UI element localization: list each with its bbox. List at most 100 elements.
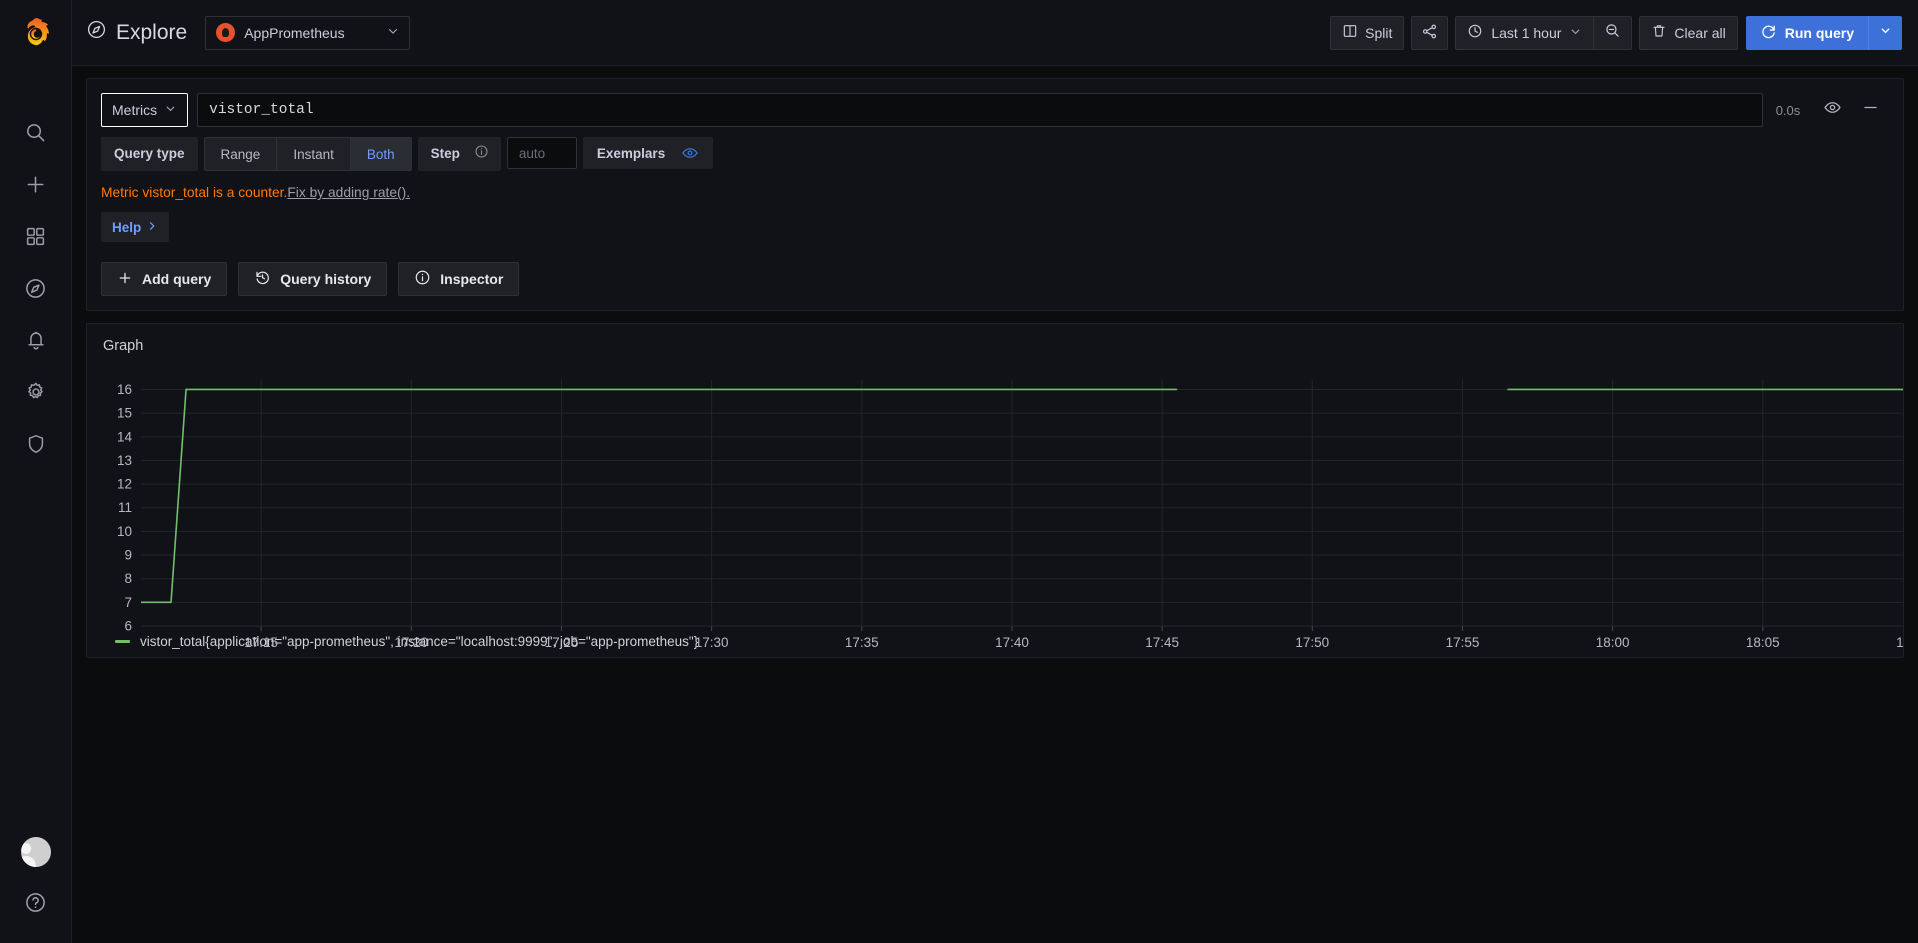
query-warning: Metric vistor_total is a counter.Fix by … xyxy=(101,185,1889,200)
add-query-button[interactable]: Add query xyxy=(101,262,228,296)
split-panes-icon xyxy=(1342,23,1358,42)
inspector-button[interactable]: Inspector xyxy=(398,262,520,296)
step-label: Step xyxy=(430,145,460,161)
exemplars-label: Exemplars xyxy=(596,145,666,161)
inspector-label: Inspector xyxy=(440,271,504,287)
metrics-button-label: Metrics xyxy=(112,102,158,118)
zoom-out-button[interactable] xyxy=(1593,16,1631,49)
split-button-label: Split xyxy=(1365,24,1393,41)
svg-text:14: 14 xyxy=(117,429,133,444)
sidebar-item-configuration[interactable] xyxy=(14,366,58,418)
graph-svg: 16 15 14 13 12 11 10 9 8 7 6 17:15 17:20 17:25 17:30 17… xyxy=(117,380,1904,650)
query-options-row: Query type Range Instant Both Step auto … xyxy=(101,137,1889,171)
user-avatar[interactable] xyxy=(20,837,51,867)
sidebar-item-alerting[interactable] xyxy=(14,314,58,366)
help-toggle-button[interactable]: Help xyxy=(101,212,170,242)
minus-icon xyxy=(1861,98,1880,122)
sidebar-item-search[interactable] xyxy=(14,106,58,158)
eye-icon xyxy=(1823,98,1842,122)
step-input[interactable]: auto xyxy=(506,137,577,169)
svg-text:17:40: 17:40 xyxy=(995,635,1029,650)
time-range-label: Last 1 hour xyxy=(1491,24,1562,41)
compass-icon xyxy=(86,19,107,46)
grafana-explore-page: Explore AppPrometheus Split Last 1 hour … xyxy=(0,0,1918,943)
query-type-instant[interactable]: Instant xyxy=(277,138,351,170)
time-range-button[interactable]: Last 1 hour xyxy=(1456,17,1593,49)
svg-text:9: 9 xyxy=(124,548,132,563)
svg-text:12: 12 xyxy=(117,477,132,492)
shield-icon xyxy=(25,433,47,455)
plus-icon xyxy=(117,270,133,289)
main-navigation-sidebar xyxy=(0,0,72,943)
page-title: Explore xyxy=(86,19,187,46)
toolbar-actions: Split Last 1 hour Clear all Run query xyxy=(1330,15,1902,50)
svg-text:17:30: 17:30 xyxy=(695,635,729,650)
sidebar-item-dashboards[interactable] xyxy=(14,210,58,262)
exemplars-toggle[interactable]: Exemplars xyxy=(582,137,714,169)
help-circle-icon xyxy=(24,893,47,918)
graph-title: Graph xyxy=(103,338,144,354)
svg-text:18:10: 18:10 xyxy=(1896,635,1904,650)
query-type-range[interactable]: Range xyxy=(204,138,278,170)
plus-icon xyxy=(24,173,47,196)
compass-icon xyxy=(24,277,47,300)
chevron-down-icon xyxy=(164,102,177,118)
query-history-label: Query history xyxy=(280,271,372,287)
query-type-radio-group: Range Instant Both xyxy=(203,137,412,171)
svg-text:17:45: 17:45 xyxy=(1145,635,1179,650)
svg-text:17:35: 17:35 xyxy=(845,635,879,650)
remove-query-button[interactable] xyxy=(1851,93,1889,127)
page-title-label: Explore xyxy=(116,20,188,44)
step-info-button[interactable] xyxy=(470,137,501,171)
metrics-browser-button[interactable]: Metrics xyxy=(101,93,189,127)
main-content: Explore AppPrometheus Split Last 1 hour … xyxy=(72,0,1918,943)
share-nodes-icon xyxy=(1421,23,1438,43)
chevron-down-icon xyxy=(1879,24,1892,42)
run-query-options-button[interactable] xyxy=(1868,15,1902,50)
time-range-picker: Last 1 hour xyxy=(1455,15,1633,50)
clear-all-button[interactable]: Clear all xyxy=(1639,15,1738,50)
run-query-label: Run query xyxy=(1784,24,1854,41)
share-button[interactable] xyxy=(1411,15,1449,50)
clear-all-label: Clear all xyxy=(1674,24,1726,41)
step-group: Step xyxy=(417,137,501,171)
svg-text:18:00: 18:00 xyxy=(1596,635,1630,650)
help-button-label: Help xyxy=(112,219,142,235)
history-icon xyxy=(254,269,271,289)
info-circle-icon xyxy=(474,144,489,164)
sidebar-item-help[interactable] xyxy=(24,891,47,919)
run-query-control: Run query xyxy=(1745,15,1902,50)
svg-text:17:15: 17:15 xyxy=(244,635,278,650)
svg-text:10: 10 xyxy=(117,524,132,539)
datasource-picker[interactable]: AppPrometheus xyxy=(205,15,411,50)
sidebar-item-create[interactable] xyxy=(14,158,58,210)
query-input[interactable]: vistor_total xyxy=(197,93,1763,127)
toggle-query-visibility-button[interactable] xyxy=(1813,93,1851,127)
graph-panel: Graph 16 15 14 13 12 11 10 9 8 7 6 17:15 17:20 17:25 1… xyxy=(86,323,1904,658)
chevron-down-icon xyxy=(1569,25,1582,41)
query-type-both[interactable]: Both xyxy=(350,138,411,170)
clock-icon xyxy=(1467,23,1483,42)
query-editor-panel: Metrics vistor_total 0.0s Query type Ran… xyxy=(86,78,1904,311)
sidebar-item-server-admin[interactable] xyxy=(14,418,58,470)
trash-icon xyxy=(1651,23,1667,42)
query-history-button[interactable]: Query history xyxy=(238,262,388,296)
sidebar-item-explore[interactable] xyxy=(14,262,58,314)
svg-text:17:20: 17:20 xyxy=(394,635,428,650)
refresh-icon xyxy=(1760,23,1777,43)
svg-text:6: 6 xyxy=(124,619,132,634)
explore-toolbar: Explore AppPrometheus Split Last 1 hour … xyxy=(72,0,1918,66)
datasource-name: AppPrometheus xyxy=(244,24,345,41)
svg-text:17:55: 17:55 xyxy=(1446,635,1480,650)
query-warning-text: Metric vistor_total is a counter. xyxy=(101,185,288,200)
grafana-logo[interactable] xyxy=(14,12,58,56)
svg-text:17:50: 17:50 xyxy=(1295,635,1329,650)
query-warning-link[interactable]: Fix by adding rate(). xyxy=(287,185,410,200)
chevron-right-icon xyxy=(146,220,158,235)
graph-plot[interactable]: 16 15 14 13 12 11 10 9 8 7 6 17:15 17:20 17:25 17:30 17… xyxy=(99,366,1903,650)
split-button[interactable]: Split xyxy=(1330,15,1405,50)
run-query-button[interactable]: Run query xyxy=(1746,16,1868,50)
svg-text:7: 7 xyxy=(124,595,132,610)
gear-icon xyxy=(25,381,47,403)
add-query-label: Add query xyxy=(142,271,212,287)
